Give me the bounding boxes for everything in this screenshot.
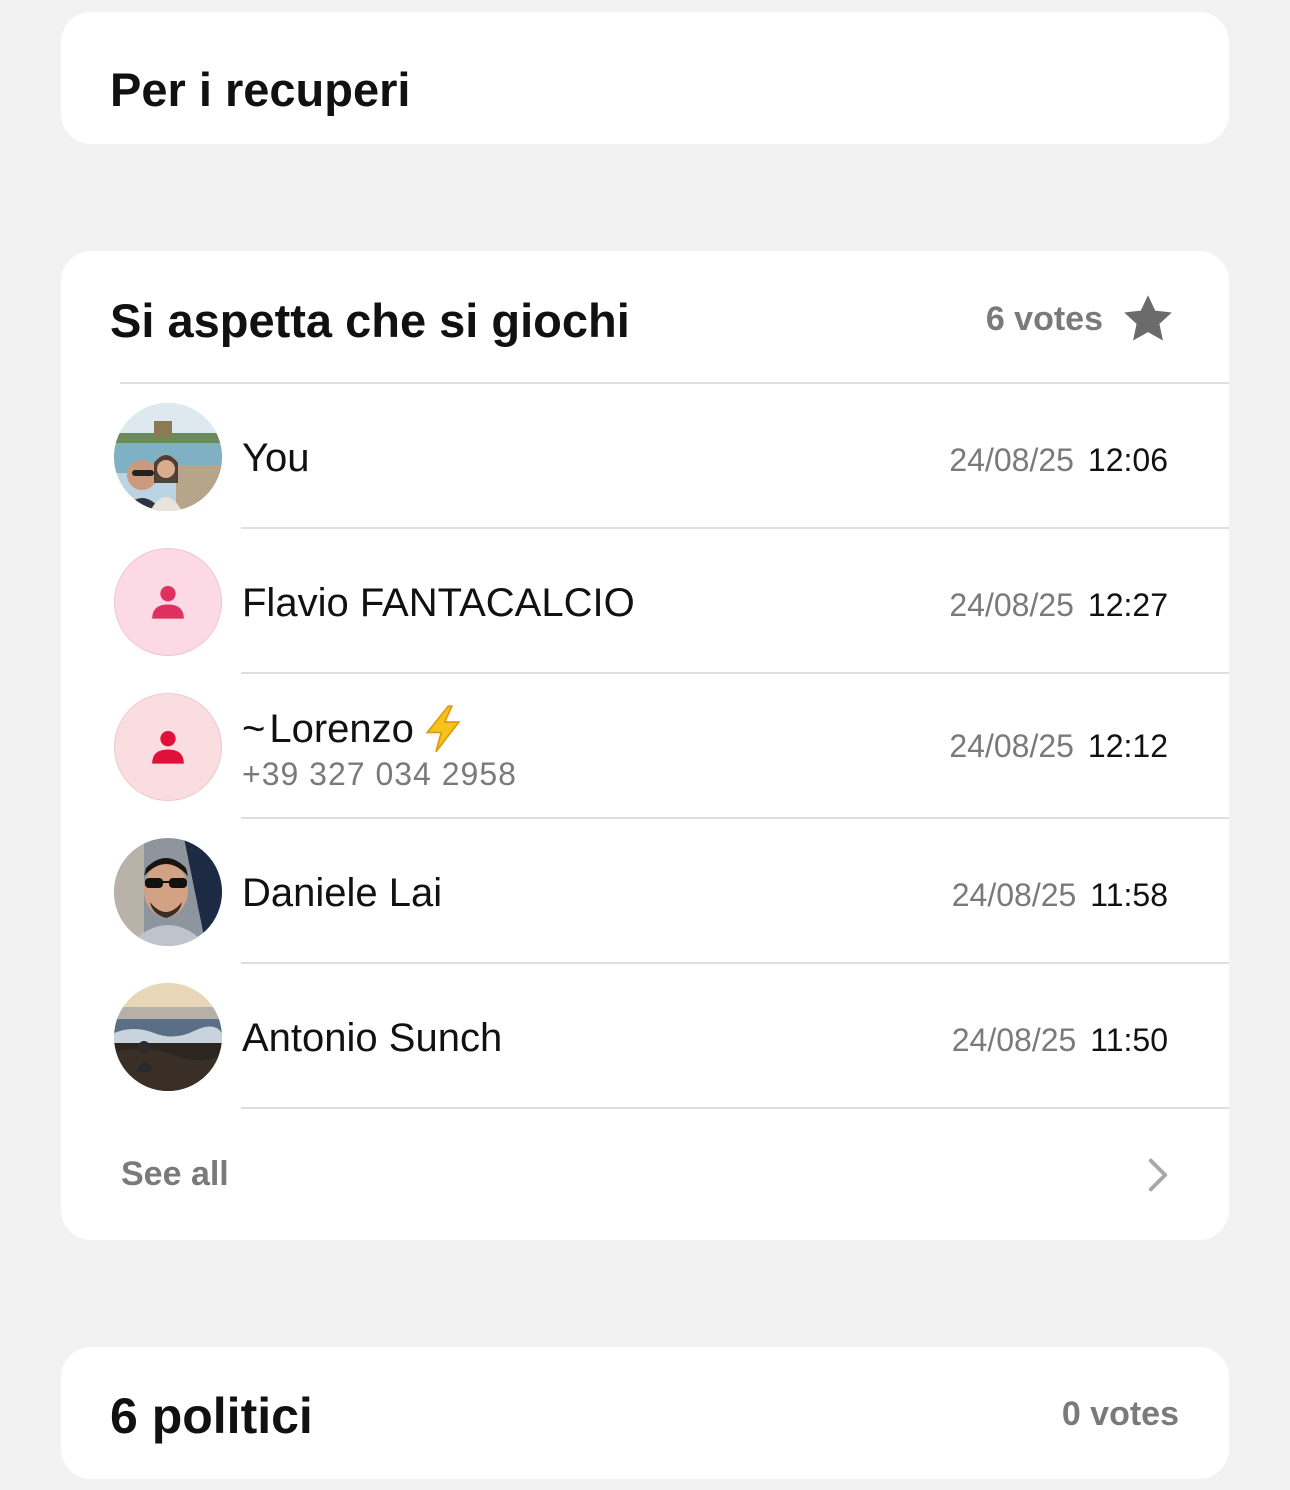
vote-time: 11:50 bbox=[1090, 1022, 1168, 1058]
poll-option-title: Si aspetta che si giochi bbox=[110, 294, 630, 347]
voter-name: Daniele Lai bbox=[242, 871, 443, 915]
default-person-icon bbox=[152, 586, 184, 619]
avatar bbox=[114, 403, 222, 511]
vote-date: 24/08/25 bbox=[949, 728, 1074, 764]
vote-time: 12:12 bbox=[1087, 728, 1168, 764]
voter-phone: +39 327 034 2958 bbox=[242, 756, 517, 792]
avatar bbox=[114, 983, 222, 1091]
vote-time: 12:27 bbox=[1087, 587, 1168, 623]
see-all-button[interactable]: See all bbox=[121, 1155, 229, 1194]
chevron-right-icon[interactable] bbox=[1147, 1157, 1169, 1193]
voter-row[interactable]: You 24/08/25 12:06 bbox=[61, 384, 1229, 529]
voter-row[interactable]: ~ Lorenzo +39 327 034 2958 24/08/25 12:12 bbox=[61, 674, 1229, 819]
poll-option-title: Per i recuperi bbox=[110, 63, 411, 116]
voter-name: You bbox=[242, 436, 310, 480]
vote-date: 24/08/25 bbox=[951, 877, 1077, 913]
votes-label: 0 votes bbox=[1061, 1395, 1179, 1433]
voter-row[interactable]: Antonio Sunch 24/08/25 11:50 bbox=[61, 964, 1229, 1109]
poll-option-card: Si aspetta che si giochi 6 votes You 24/… bbox=[61, 251, 1229, 1240]
vote-time: 12:06 bbox=[1087, 442, 1168, 478]
name-prefix: ~ bbox=[242, 706, 266, 751]
voters-list: You 24/08/25 12:06 Flavio FANTACALCIO 24/… bbox=[61, 384, 1229, 1109]
voter-row[interactable]: Daniele Lai 24/08/25 11:58 bbox=[61, 819, 1229, 964]
vote-timestamp: 24/08/25 12:12 bbox=[949, 728, 1168, 765]
divider bbox=[241, 1107, 1229, 1109]
votes-label: 6 votes bbox=[985, 299, 1103, 338]
vote-date: 24/08/25 bbox=[949, 442, 1074, 478]
avatar bbox=[114, 693, 222, 801]
vote-count: 6 votes bbox=[986, 291, 1177, 347]
poll-option-card[interactable]: Per i recuperi bbox=[61, 12, 1229, 144]
vote-time: 11:58 bbox=[1090, 877, 1168, 913]
vote-date: 24/08/25 bbox=[949, 587, 1074, 623]
vote-date: 24/08/25 bbox=[951, 1022, 1077, 1058]
avatar bbox=[114, 838, 222, 946]
voter-name: ~ Lorenzo bbox=[242, 704, 464, 754]
voter-name: Antonio Sunch bbox=[242, 1016, 503, 1060]
default-person-icon bbox=[152, 731, 184, 764]
vote-timestamp: 24/08/25 12:27 bbox=[949, 587, 1168, 624]
poll-option-card[interactable]: 6 politici 0 votes bbox=[61, 1347, 1229, 1479]
vote-timestamp: 24/08/25 11:58 bbox=[952, 877, 1168, 914]
voter-row[interactable]: Flavio FANTACALCIO 24/08/25 12:27 bbox=[61, 529, 1229, 674]
vote-timestamp: 24/08/25 11:50 bbox=[952, 1022, 1168, 1059]
avatar bbox=[114, 548, 222, 656]
voter-name: Flavio FANTACALCIO bbox=[242, 581, 635, 625]
poll-option-title: 6 politici bbox=[110, 1388, 313, 1444]
lightning-emoji-icon bbox=[425, 705, 461, 753]
star-icon bbox=[1124, 295, 1172, 341]
voter-name-text: Lorenzo bbox=[269, 706, 414, 751]
vote-timestamp: 24/08/25 12:06 bbox=[949, 442, 1168, 479]
